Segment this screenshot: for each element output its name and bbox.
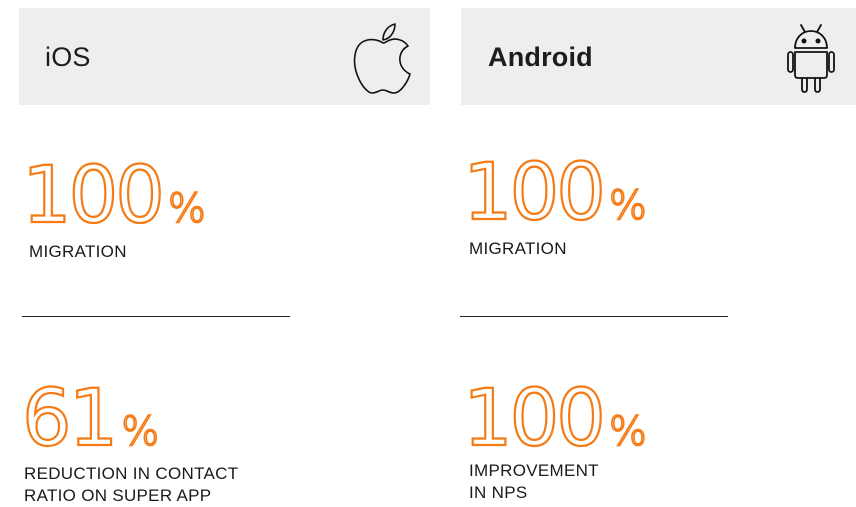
stat-unit: % [608,183,648,229]
android-header: Android [461,8,856,105]
stat-unit: % [608,409,648,455]
ios-stat-contact-caption: REDUCTION IN CONTACT RATIO ON SUPER APP [24,464,239,505]
stat-unit: % [167,186,207,232]
ios-stat-migration-value: 100% [21,151,207,241]
stat-number: 100 [462,374,607,464]
stat-number: 100 [462,148,607,238]
android-icon [787,21,835,100]
android-divider [460,316,728,317]
ios-divider [22,316,290,317]
android-stat-nps-caption: IMPROVEMENT IN NPS [469,461,599,502]
android-stat-migration-caption: MIGRATION [469,239,567,258]
android-stat-nps-value: 100% [462,374,648,464]
ios-header: iOS [19,8,430,105]
ios-stat-migration-caption: MIGRATION [29,242,127,261]
ios-stat-contact-value: 61% [21,374,160,464]
ios-title: iOS [45,42,91,72]
stat-unit: % [120,409,160,455]
android-title: Android [488,42,593,72]
stat-number: 61 [21,374,119,464]
android-stat-migration-value: 100% [462,148,648,238]
stat-number: 100 [21,151,166,241]
apple-icon [352,21,414,102]
